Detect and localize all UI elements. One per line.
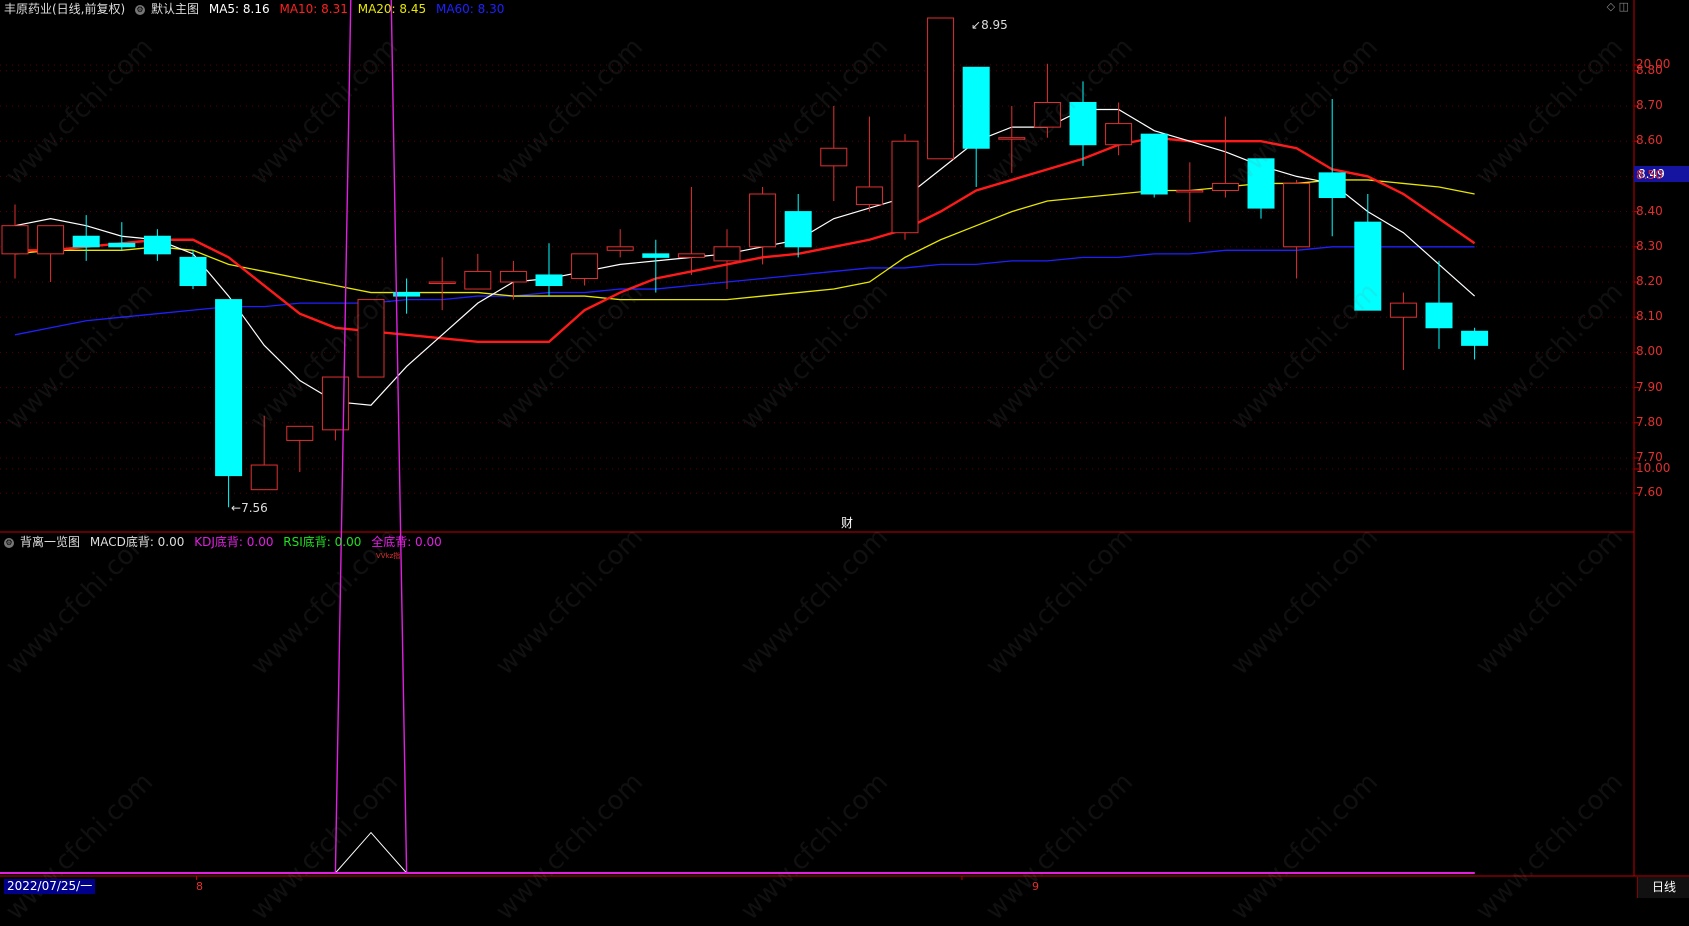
candle-down	[72, 235, 100, 248]
candle-down	[1425, 302, 1453, 329]
candle-down	[1461, 330, 1489, 346]
candle-up	[749, 193, 777, 248]
candle-up	[1, 225, 29, 255]
candle-down	[108, 242, 136, 248]
kdj-label: KDJ底背: 0.00	[194, 535, 274, 549]
price-tick-label: 8.40	[1636, 203, 1663, 218]
candle-up	[1389, 302, 1417, 318]
price-tick-label: 8.00	[1636, 344, 1663, 359]
candle-down	[642, 253, 670, 258]
price-tick-label: 8.10	[1636, 309, 1663, 324]
candle-up	[927, 17, 955, 160]
candle-up	[820, 147, 848, 167]
ma20-label: MA20: 8.45	[357, 2, 427, 16]
candle-up	[606, 246, 634, 251]
macd-label: MACD底背: 0.00	[89, 535, 185, 549]
diamond-icon[interactable]: ◇	[1607, 0, 1615, 13]
candle-up	[1105, 123, 1133, 146]
settings-icon[interactable]: ⚙	[4, 537, 14, 548]
high-annotation: ↙8.95	[971, 18, 1008, 32]
month-label-aug: 8	[196, 880, 203, 893]
stock-title[interactable]: 丰原药业(日线,前复权)	[4, 2, 125, 16]
rsi-label: RSI底背: 0.00	[283, 535, 362, 549]
candle-up	[1176, 189, 1204, 193]
indicator-line	[15, 831, 1475, 874]
candle-up	[677, 253, 705, 258]
candle-up	[1283, 182, 1311, 248]
candle-up	[286, 425, 314, 441]
price-tick-label: 7.90	[1636, 379, 1663, 394]
period-button[interactable]: 日线	[1637, 877, 1689, 898]
window-controls[interactable]: ◇ ◫	[1607, 0, 1629, 13]
price-tick-label: 8.60	[1636, 133, 1663, 148]
chart-name[interactable]: 默认主图	[151, 2, 199, 16]
all-label: 全底背: 0.00	[371, 535, 442, 549]
restore-icon[interactable]: ◫	[1619, 0, 1629, 13]
candle-up	[250, 464, 278, 491]
price-tick-label: 7.80	[1636, 414, 1663, 429]
candle-up	[713, 246, 741, 262]
candle-up	[855, 186, 883, 206]
sub-chart-name[interactable]: 背离一览图	[20, 535, 80, 549]
price-tick-label: 7.60	[1636, 485, 1663, 500]
signal-mini-label: VVkz指	[376, 552, 401, 560]
settings-icon[interactable]: ⚙	[135, 4, 146, 15]
candle-down	[1140, 133, 1168, 195]
main-chart-header: 丰原药业(日线,前复权) ⚙ 默认主图 MA5: 8.16 MA10: 8.31 …	[4, 0, 510, 17]
sub-chart-header: ⚙ 背离一览图 MACD底背: 0.00 KDJ底背: 0.00 RSI底背: 0…	[4, 533, 448, 550]
price-tick-label: 8.20	[1636, 274, 1663, 288]
ma60-label: MA60: 8.30	[435, 2, 505, 16]
finance-marker[interactable]: 财	[841, 514, 853, 531]
candle-down	[215, 299, 243, 477]
low-annotation: ←7.56	[231, 501, 268, 515]
candle-down	[143, 235, 171, 255]
date-cursor-label: 2022/07/25/一	[4, 879, 96, 894]
candle-up	[891, 140, 919, 234]
candle-down	[784, 211, 812, 248]
ma5-label: MA5: 8.16	[208, 2, 270, 16]
candle-up	[1211, 182, 1239, 191]
candle-up	[464, 270, 492, 290]
candle-down	[535, 274, 563, 287]
indicator-tick-label: 20.00	[1636, 57, 1671, 71]
month-label-sep: 9	[1032, 880, 1039, 893]
candle-up	[571, 253, 599, 279]
ma10-label: MA10: 8.31	[279, 2, 348, 16]
indicator-tick-label: 10.00	[1636, 461, 1671, 475]
price-tick-label: 8.50	[1636, 168, 1663, 183]
candle-up	[499, 270, 527, 283]
candle-down	[179, 256, 207, 287]
candle-down	[1318, 172, 1346, 199]
candle-down	[962, 66, 990, 149]
candle-up	[428, 281, 456, 284]
chart-canvas[interactable]	[0, 0, 1689, 898]
price-tick-label: 8.30	[1636, 238, 1663, 253]
candle-up	[37, 225, 65, 255]
price-tick-label: 8.70	[1636, 98, 1663, 112]
